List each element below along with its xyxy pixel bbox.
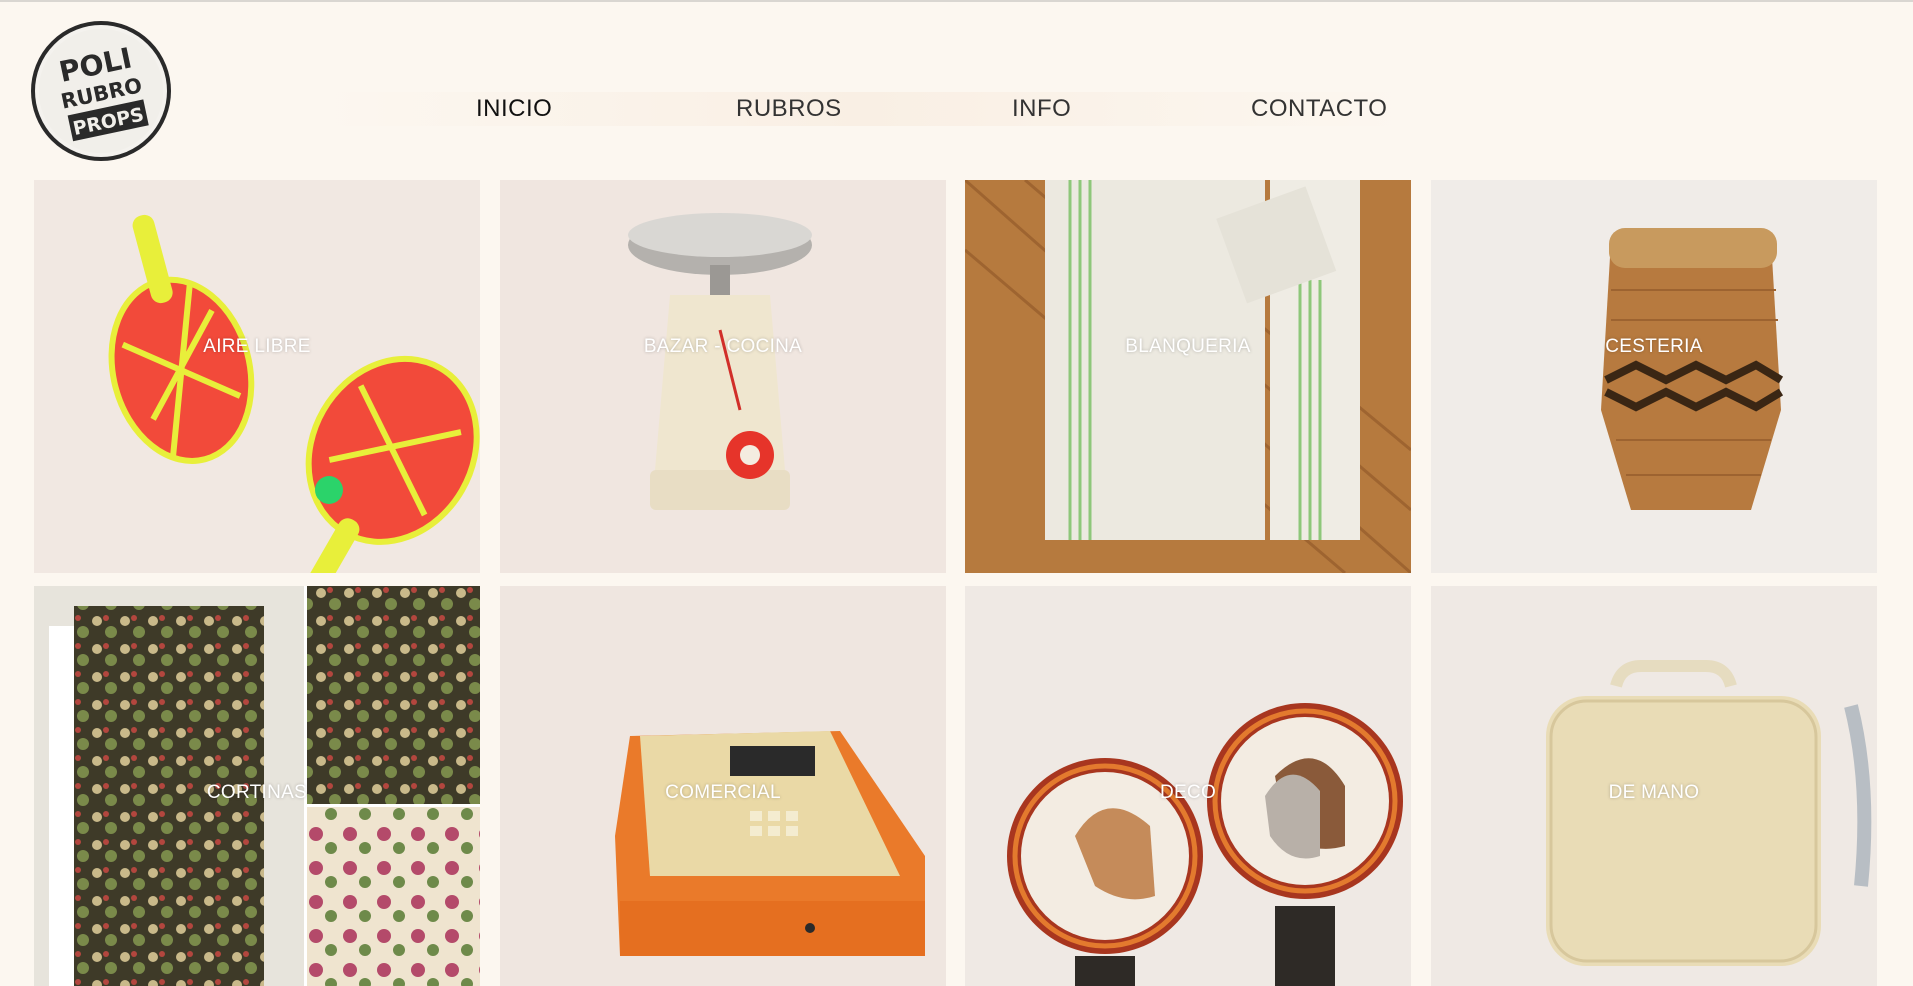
category-label: DE MANO [1608,782,1700,803]
towels-image [965,180,1411,573]
nav-rubros[interactable]: RUBROS [736,92,842,126]
nav-contacto[interactable]: CONTACTO [1251,92,1387,126]
category-tile-cesteria[interactable]: CESTERIA [1431,180,1877,573]
category-tile-de-mano[interactable]: DE MANO [1431,586,1877,986]
category-label: AIRE LIBRE [203,336,311,357]
beach-paddles-image [34,180,480,573]
category-tile-deco[interactable]: DECO [965,586,1411,986]
category-label: CESTERIA [1605,336,1703,357]
category-label: BAZAR - COCINA [643,336,803,357]
category-label: COMERCIAL [665,782,781,803]
category-tile-cortinas[interactable]: CORTINAS [34,586,480,986]
site-logo[interactable]: POLI RUBRO PROPS [31,21,171,161]
top-border [0,0,1913,2]
category-tile-blanqueria[interactable]: BLANQUERIA [965,180,1411,573]
logo-badge-icon: POLI RUBRO PROPS [38,28,164,154]
category-label: BLANQUERIA [1125,336,1251,357]
wicker-basket-image [1431,180,1877,573]
main-nav: INICIO RUBROS INFO CONTACTO [318,92,1410,126]
kitchen-scale-image [500,180,946,573]
category-label: DECO [1159,782,1217,803]
category-tile-bazar-cocina[interactable]: BAZAR - COCINA [500,180,946,573]
nav-inicio[interactable]: INICIO [476,92,552,126]
nav-info[interactable]: INFO [1012,92,1071,126]
category-tile-comercial[interactable]: COMERCIAL [500,586,946,986]
category-tile-aire-libre[interactable]: AIRE LIBRE [34,180,480,573]
category-grid: AIRE LIBRE BAZAR - COCINA BLANQUERIA CES… [34,180,1879,986]
category-label: CORTINAS [206,782,308,803]
